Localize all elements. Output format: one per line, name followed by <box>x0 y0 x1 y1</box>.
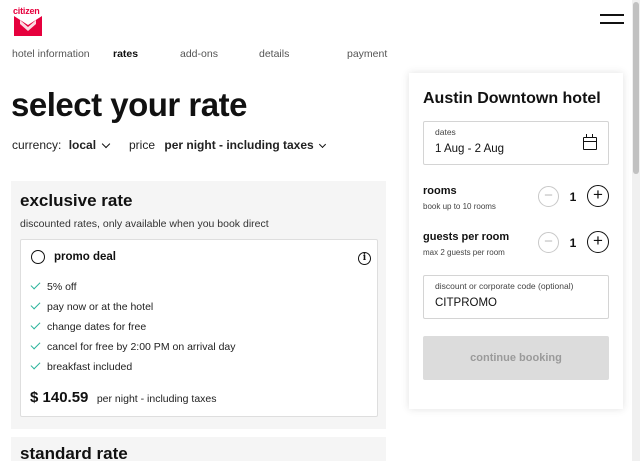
discount-code-field[interactable]: discount or corporate code (optional) CI… <box>423 275 609 319</box>
guests-label: guests per room <box>423 231 510 243</box>
rate-title: exclusive rate <box>20 191 133 210</box>
rooms-label: rooms <box>423 185 457 197</box>
standard-rate-panel: standard rate <box>11 437 386 461</box>
info-icon[interactable]: i <box>358 252 371 265</box>
header: citizen <box>0 0 640 44</box>
deal-name: promo deal <box>54 251 116 263</box>
list-item: cancel for free by 2:00 PM on arrival da… <box>30 339 236 360</box>
promo-deal-radio[interactable] <box>31 250 45 264</box>
currency-value: local <box>68 138 97 152</box>
scrollbar-thumb[interactable] <box>633 2 639 174</box>
deal-price: $ 140.59 per night - including taxes <box>30 389 217 407</box>
step-rates[interactable]: rates <box>113 48 138 60</box>
check-icon <box>30 299 41 310</box>
scrollbar[interactable] <box>632 0 640 461</box>
list-item: 5% off <box>30 279 236 300</box>
check-icon <box>30 339 41 350</box>
exclusive-rate-panel: exclusive rate discounted rates, only av… <box>11 181 386 429</box>
deal-features: 5% off pay now or at the hotel change da… <box>30 279 236 380</box>
dates-field[interactable]: dates 1 Aug - 2 Aug <box>423 121 609 165</box>
step-add-ons[interactable]: add-ons <box>180 48 218 60</box>
chevron-down-icon <box>101 139 111 149</box>
list-item: breakfast included <box>30 359 236 380</box>
dates-value: 1 Aug - 2 Aug <box>435 143 505 155</box>
dates-label: dates <box>435 127 456 137</box>
check-icon <box>30 319 41 330</box>
hamburger-icon[interactable] <box>600 14 624 28</box>
booking-summary: Austin Downtown hotel dates 1 Aug - 2 Au… <box>409 73 623 409</box>
calendar-icon[interactable] <box>583 134 597 150</box>
step-payment[interactable]: payment <box>347 48 387 60</box>
discount-code-label: discount or corporate code (optional) <box>435 281 574 291</box>
price-note: per night - including taxes <box>96 393 217 405</box>
logo-text: citizen <box>13 6 40 16</box>
guests-sub: max 2 guests per room <box>423 248 505 257</box>
currency-label: currency: <box>12 138 62 152</box>
guests-decrement-button[interactable]: − <box>538 232 559 253</box>
chevron-down-icon <box>318 140 326 149</box>
discount-code-value: CITPROMO <box>435 297 497 309</box>
rate-subtitle: discounted rates, only available when yo… <box>20 218 269 230</box>
promo-deal-card[interactable]: promo deal i 5% off pay now or at the ho… <box>20 239 378 417</box>
continue-booking-button[interactable]: continue booking <box>423 336 609 380</box>
guests-increment-button[interactable]: + <box>587 231 609 253</box>
rate-title: standard rate <box>20 444 128 461</box>
check-icon <box>30 279 41 290</box>
rooms-decrement-button[interactable]: − <box>538 186 559 207</box>
list-item: change dates for free <box>30 319 236 340</box>
guests-counter: guests per room max 2 guests per room − … <box>423 231 609 261</box>
step-details[interactable]: details <box>259 48 289 60</box>
rooms-counter: rooms book up to 10 rooms − 1 + <box>423 185 609 215</box>
price-label: price <box>129 138 156 152</box>
list-item: pay now or at the hotel <box>30 299 236 320</box>
page-title: select your rate <box>11 86 247 123</box>
step-hotel-information[interactable]: hotel information <box>12 48 90 60</box>
price-select[interactable]: price per night - including taxes <box>129 138 326 152</box>
rooms-increment-button[interactable]: + <box>587 185 609 207</box>
check-icon <box>30 359 41 370</box>
price-amount: $ 140.59 <box>30 389 89 406</box>
guests-value: 1 <box>569 236 577 250</box>
logo-m-icon <box>14 16 42 36</box>
currency-select[interactable]: currency: local <box>12 138 111 152</box>
price-value: per night - including taxes <box>164 138 314 152</box>
rooms-sub: book up to 10 rooms <box>423 202 496 211</box>
booking-steps: hotel information rates add-ons details … <box>0 48 400 62</box>
hotel-name: Austin Downtown hotel <box>423 90 601 107</box>
rooms-value: 1 <box>569 190 577 204</box>
citizenm-logo[interactable]: citizen <box>13 6 45 36</box>
